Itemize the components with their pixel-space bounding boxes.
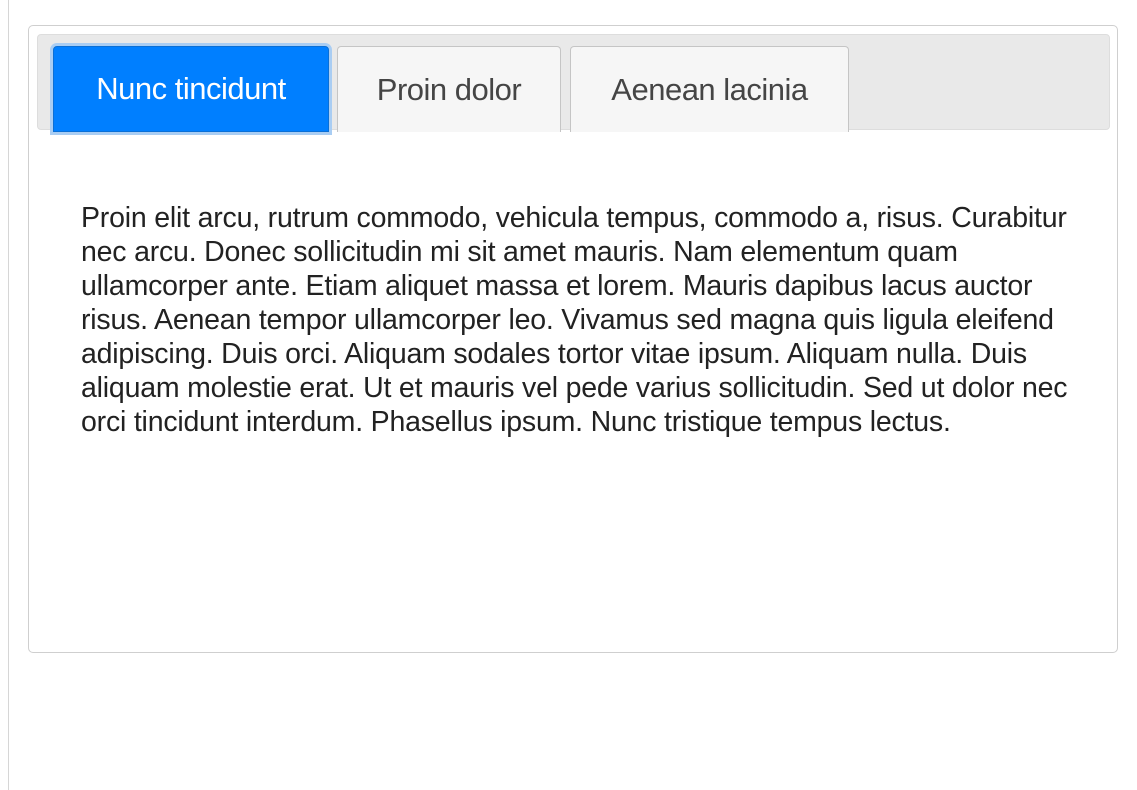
tabs-widget: Nunc tincidunt Proin dolor Aenean lacini… (28, 25, 1118, 653)
tab-panel-content: Proin elit arcu, rutrum commodo, vehicul… (81, 202, 1068, 438)
page-left-divider (8, 0, 9, 790)
tab-nunc-tincidunt[interactable]: Nunc tincidunt (53, 46, 329, 132)
tab-bar: Nunc tincidunt Proin dolor Aenean lacini… (37, 34, 1110, 132)
tab-proin-dolor[interactable]: Proin dolor (337, 46, 561, 132)
tab-aenean-lacinia[interactable]: Aenean lacinia (570, 46, 849, 132)
